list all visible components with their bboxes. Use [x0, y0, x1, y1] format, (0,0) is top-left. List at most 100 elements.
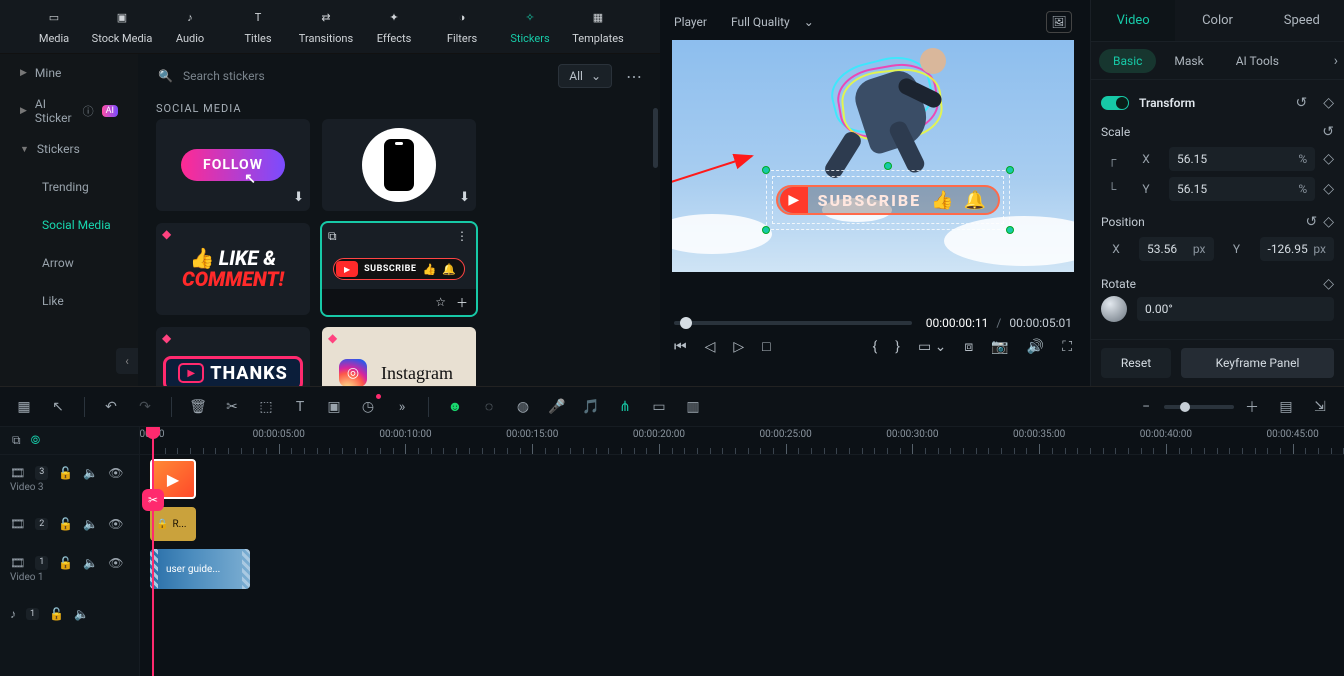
subtab-basic[interactable]: Basic [1099, 49, 1156, 73]
transform-toggle[interactable] [1101, 96, 1129, 110]
sticker-tile-like-comment[interactable]: ◆ 👍LIKE & COMMENT! [156, 223, 310, 315]
crop-button[interactable]: ⬚ [256, 397, 276, 417]
view-options-button[interactable]: ▤ [1276, 397, 1296, 417]
lock-icon[interactable]: 🔓 [58, 556, 73, 570]
clip-video[interactable]: user guide... [150, 549, 250, 589]
track-header-video2[interactable]: 🎞2🔓🔈👁 [0, 503, 139, 545]
seek-knob[interactable] [680, 317, 692, 329]
ai-avatar-button[interactable]: ☻ [445, 397, 465, 417]
selected-overlay[interactable]: ▶ SUBSCRIBE 👍 🔔 [772, 176, 1004, 224]
safe-zone-button[interactable]: ⧈ [964, 339, 973, 355]
revert-icon[interactable]: ↺ [1295, 95, 1307, 111]
scale-y-input[interactable]: 56.15% [1169, 177, 1315, 201]
tab-stickers[interactable]: ✧Stickers [498, 4, 562, 47]
star-icon[interactable]: ☆ [435, 295, 446, 309]
tab-filters[interactable]: ◑Filters [430, 4, 494, 47]
tab-titles[interactable]: TTitles [226, 4, 290, 47]
mute-icon[interactable]: 🔈 [83, 466, 98, 480]
step-back-button[interactable]: ◁ [705, 339, 716, 355]
rotate-input[interactable]: 0.00° [1137, 297, 1334, 321]
more-menu-button[interactable]: ⋯ [622, 67, 646, 86]
subtab-mask[interactable]: Mask [1160, 49, 1217, 73]
redo-button[interactable]: ↷ [135, 397, 155, 417]
subtabs-more-icon[interactable]: › [1334, 53, 1338, 69]
inspector-tab-speed[interactable]: Speed [1260, 0, 1344, 41]
sidebar-collapse-button[interactable]: ‹ [116, 348, 138, 374]
keyframe-panel-button[interactable]: Keyframe Panel [1181, 348, 1334, 378]
filter-all-dropdown[interactable]: All⌄ [558, 64, 612, 88]
fullscreen-button[interactable]: ⛶ [1062, 339, 1072, 355]
preview-canvas[interactable]: ▶ SUBSCRIBE 👍 🔔 [672, 40, 1074, 272]
sticker-tile-follow[interactable]: FOLLOW↖ ⬇ [156, 119, 310, 211]
reset-button[interactable]: Reset [1101, 348, 1171, 378]
shield-button[interactable]: ◍ [513, 397, 533, 417]
download-icon[interactable]: ⬇ [293, 190, 304, 205]
add-icon[interactable]: ＋ [456, 294, 468, 311]
clip-effect[interactable]: 🔒R... [150, 507, 196, 541]
prev-frame-button[interactable]: ⏮ [674, 339, 687, 355]
tool-layout[interactable]: ▦ [14, 397, 34, 417]
sidebar-sub-trending[interactable]: Trending [0, 168, 138, 206]
music-button[interactable]: 🎵 [581, 397, 601, 417]
scale-x-input[interactable]: 56.15% [1169, 147, 1315, 171]
tab-transitions[interactable]: ⇄Transitions [294, 4, 358, 47]
download-icon[interactable]: ⬇ [459, 190, 470, 205]
resize-handle[interactable] [762, 166, 770, 174]
track-video2[interactable]: 🔒R... [140, 503, 1344, 545]
mark-out-button[interactable]: } [895, 339, 900, 355]
sidebar-sub-like[interactable]: Like [0, 282, 138, 320]
timeline-ruler[interactable]: 00:0000:00:05:0000:00:10:0000:00:15:0000… [140, 427, 1344, 455]
speed-button[interactable]: ◷ [358, 397, 378, 417]
magic-cut-button[interactable]: ⋔ [615, 397, 635, 417]
zoom-in-button[interactable]: ＋ [1242, 397, 1262, 417]
position-y-input[interactable]: -126.95px [1260, 237, 1335, 261]
snapshot-button[interactable]: 📷 [991, 339, 1008, 355]
quality-dropdown[interactable]: Full Quality⌄ [723, 11, 822, 33]
split-button[interactable]: ✂ [222, 397, 242, 417]
tool-select[interactable]: ↖ [48, 397, 68, 417]
group-button[interactable]: ▣ [324, 397, 344, 417]
visibility-icon[interactable]: 👁 [108, 466, 123, 480]
delete-button[interactable]: 🗑 [188, 397, 208, 417]
preview-icon[interactable]: ⧉ [328, 229, 337, 244]
undo-button[interactable]: ↶ [101, 397, 121, 417]
sidebar-ai-sticker[interactable]: ▶AI StickerⓘAI [0, 92, 138, 130]
tab-media[interactable]: ▭Media [22, 4, 86, 47]
revert-icon[interactable]: ↺ [1322, 124, 1334, 140]
sidebar-mine[interactable]: ▶Mine [0, 54, 138, 92]
mute-icon[interactable]: 🔈 [74, 607, 89, 621]
sidebar-stickers[interactable]: ▼Stickers [0, 130, 138, 168]
volume-button[interactable]: 🔊 [1027, 339, 1044, 355]
keyframe-icon[interactable]: ◇ [1323, 276, 1334, 292]
tab-effects[interactable]: ✦Effects [362, 4, 426, 47]
ratio-button[interactable]: ▭ ⌄ [918, 339, 946, 355]
marker-button[interactable]: ▭ [649, 397, 669, 417]
more-tools-button[interactable]: » [392, 397, 412, 417]
fit-button[interactable]: ⇲ [1310, 397, 1330, 417]
playhead[interactable] [152, 427, 154, 676]
mute-icon[interactable]: 🔈 [83, 517, 98, 531]
snapshot-button[interactable]: 🖼 [1046, 11, 1072, 33]
timeline-tracks[interactable]: 00:0000:00:05:0000:00:10:0000:00:15:0000… [140, 427, 1344, 676]
stop-button[interactable]: □ [762, 338, 770, 355]
zoom-out-button[interactable]: − [1136, 397, 1156, 417]
position-x-input[interactable]: 53.56px [1139, 237, 1214, 261]
resize-handle[interactable] [1006, 226, 1014, 234]
snapshot-button[interactable]: ▥ [683, 397, 703, 417]
tab-stock-media[interactable]: ▣Stock Media [90, 4, 154, 47]
track-audio1[interactable] [140, 593, 1344, 635]
zoom-knob[interactable] [1180, 402, 1190, 412]
tab-templates[interactable]: ▦Templates [566, 4, 630, 47]
sidebar-sub-social-media[interactable]: Social Media [0, 206, 138, 244]
sidebar-sub-arrow[interactable]: Arrow [0, 244, 138, 282]
magnet-icon[interactable]: ⦾ [31, 433, 41, 448]
rotate-knob[interactable] [1101, 296, 1127, 322]
inspector-tab-video[interactable]: Video [1091, 0, 1175, 41]
mark-in-button[interactable]: { [872, 339, 877, 355]
keyframe-icon[interactable]: ◇ [1323, 214, 1334, 230]
resize-handle[interactable] [762, 226, 770, 234]
sticker-tile-phone[interactable]: ⬇ [322, 119, 476, 211]
mute-icon[interactable]: 🔈 [83, 556, 98, 570]
cut-marker-icon[interactable]: ✂ [142, 489, 164, 511]
visibility-icon[interactable]: 👁 [108, 517, 123, 531]
